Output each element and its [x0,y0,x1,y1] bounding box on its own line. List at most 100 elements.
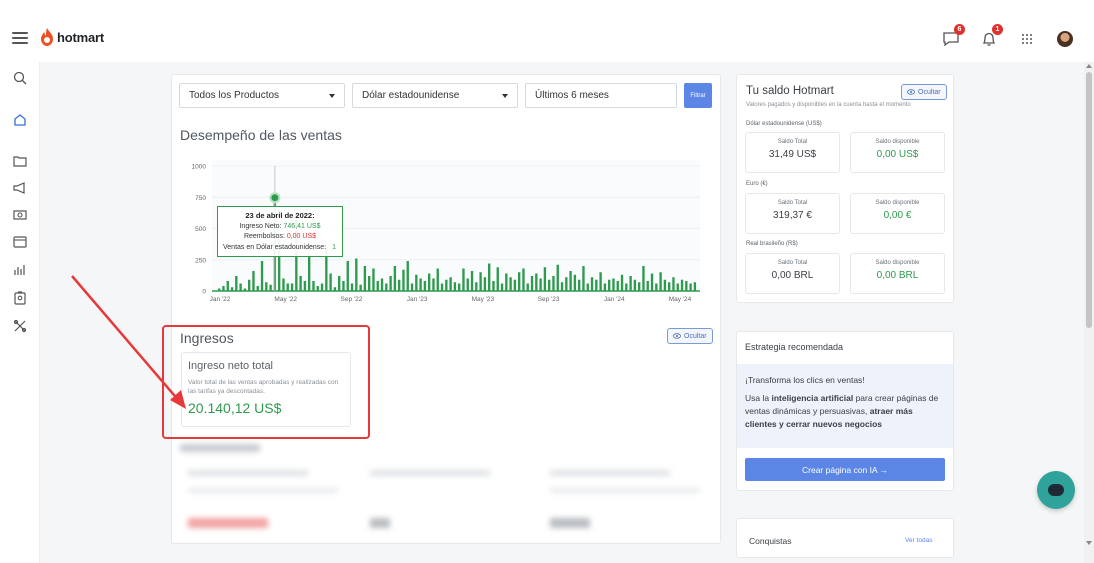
usd-available-label: Saldo disponible [875,139,920,145]
chart-bar [406,261,409,291]
chart-bar [668,282,671,291]
messages-badge: 6 [954,24,965,35]
megaphone-icon[interactable] [12,180,28,196]
home-icon[interactable] [12,112,28,128]
id-badge-icon[interactable] [12,290,28,306]
money-icon[interactable] [12,207,28,223]
chart-bar [522,268,525,291]
sales-title: Desempeño de las ventas [180,127,342,143]
chart-bar [410,283,414,291]
chart-bar [239,283,242,291]
chart-bar [492,281,495,291]
logo-text: hotmart [57,29,104,45]
folder-icon[interactable] [12,153,28,169]
strategy-headline: ¡Transforma los clics en ventas! [745,375,865,385]
chart-bar [500,283,504,291]
scrollbar[interactable] [1084,62,1094,563]
analytics-icon[interactable] [12,262,28,278]
chart-bar [586,283,589,291]
chat-button[interactable] [1037,471,1075,509]
chart-bar [432,278,435,291]
chart-bar [282,278,285,291]
achievements-title: Conquistas [749,536,792,546]
income-hide-button[interactable]: Ocultar [667,328,713,344]
chart-y-tick-label: 750 [195,195,206,202]
strategy-text-1: Usa la [745,393,772,403]
chart-x-tick-label: Jan '23 [407,296,428,303]
currency-label-usd: Dólar estadounidense (US$) [746,121,822,127]
apps-grid-icon[interactable] [1016,28,1038,50]
filter-button[interactable]: Filtrar [684,83,712,108]
chart-bar [578,279,581,291]
messages-icon[interactable]: 6 [940,24,965,50]
chart-bar [530,276,534,291]
chart-bar [462,268,465,291]
browser-icon[interactable] [12,234,28,250]
chart-bar [350,283,354,291]
balance-title: Tu saldo Hotmart [746,85,834,97]
eur-total-value: 319,37 € [773,210,812,221]
tools-icon[interactable] [12,318,28,334]
chart-bar [556,264,559,291]
chart-bar [629,276,632,291]
brl-total-label: Saldo Total [777,260,808,266]
bell-icon[interactable]: 1 [978,24,1003,50]
chart-bar [560,282,564,291]
achievements-view-all-link[interactable]: Ver todas [905,537,932,544]
eur-total-label: Saldo Total [777,200,808,206]
strategy-bold-1: inteligencia artificial [771,393,854,403]
brl-total-value: 0,00 BRL [771,270,814,281]
balance-hide-button[interactable]: Ocultar [901,84,947,100]
period-select[interactable]: Últimos 6 meses [525,83,677,108]
user-avatar[interactable] [1054,28,1076,50]
chart-bar [505,273,508,291]
chart-bar [642,266,645,291]
product-select-value: Todos los Productos [189,90,280,101]
chart-bar [608,279,611,291]
chart-x-tick-label: Sep '22 [341,296,363,303]
chart-bar [496,267,499,291]
chart-bar [599,272,602,291]
menu-icon[interactable] [12,32,28,44]
chart-bar [248,279,251,291]
chart-bar [509,277,512,291]
chart-bar [428,273,431,291]
filters-bar: Todos los Productos Dólar estadounidense… [179,83,712,108]
annotation-highlight-box [162,325,370,439]
chart-bar [286,283,289,291]
chart-bar [359,284,362,291]
chart-bar [453,282,457,291]
period-select-value: Últimos 6 meses [535,90,609,101]
chart-bar [483,277,487,291]
chart-bar [252,271,255,291]
strategy-body: ¡Transforma los clics en ventas! Usa la … [737,364,953,448]
hotmart-logo[interactable]: hotmart [40,28,104,46]
blurred-section [180,440,710,540]
strategy-text: Usa la inteligencia artificial para crea… [745,392,945,431]
chart-y-tick-label: 0 [202,289,206,296]
tooltip-sales-label: Ventas en Dólar estadounidense: [223,243,327,251]
brl-total-box: Saldo Total 0,00 BRL [745,253,840,294]
scroll-thumb[interactable] [1086,72,1092,328]
chart-bar [526,283,529,291]
product-select[interactable]: Todos los Productos [179,83,345,108]
chart-bar [419,278,422,291]
create-page-ai-button[interactable]: Crear página con IA → [745,458,945,481]
search-icon[interactable] [12,70,28,86]
chart-bar [612,278,615,291]
currency-select-value: Dólar estadounidense [362,90,460,101]
chart-bar [320,283,324,291]
tooltip-refunds-label: Reembolsos: [243,233,285,240]
chart-bar [625,283,628,291]
strategy-title: Estrategia recomendada [745,342,844,352]
chart-bar [582,266,585,291]
scroll-up-icon[interactable] [1086,64,1092,68]
eur-available-box: Saldo disponible 0,00 € [850,193,945,234]
chart-bar [312,281,315,291]
chart-bar [488,263,491,291]
currency-select[interactable]: Dólar estadounidense [352,83,518,108]
chart-bar [308,254,311,291]
flame-icon [41,28,53,46]
chart-bar [620,274,624,291]
scroll-down-icon[interactable] [1086,541,1092,545]
